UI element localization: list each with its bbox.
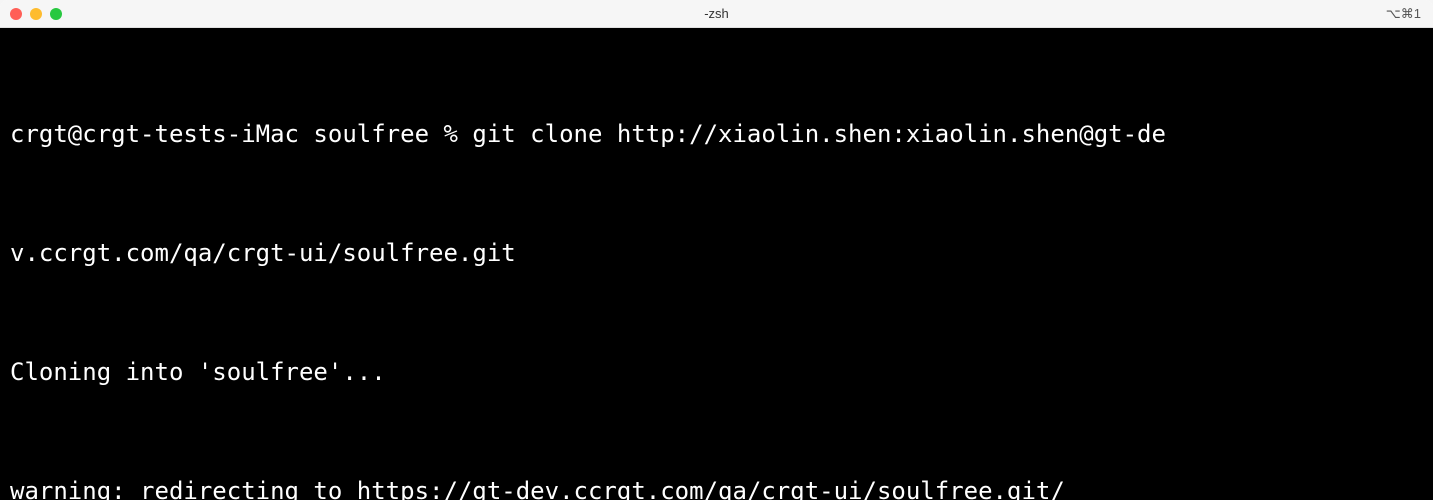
- terminal-output[interactable]: crgt@crgt-tests-iMac soulfree % git clon…: [0, 28, 1433, 500]
- window-title: -zsh: [704, 6, 729, 21]
- terminal-line: crgt@crgt-tests-iMac soulfree % git clon…: [10, 115, 1423, 155]
- terminal-line: Cloning into 'soulfree'...: [10, 353, 1423, 393]
- traffic-lights: [10, 8, 62, 20]
- keyboard-shortcut: ⌥⌘1: [1386, 6, 1421, 22]
- terminal-line: v.ccrgt.com/qa/crgt-ui/soulfree.git: [10, 234, 1423, 274]
- terminal-line: warning: redirecting to https://gt-dev.c…: [10, 472, 1423, 500]
- minimize-icon[interactable]: [30, 8, 42, 20]
- titlebar: -zsh ⌥⌘1: [0, 0, 1433, 28]
- terminal-window: -zsh ⌥⌘1 crgt@crgt-tests-iMac soulfree %…: [0, 0, 1433, 500]
- close-icon[interactable]: [10, 8, 22, 20]
- maximize-icon[interactable]: [50, 8, 62, 20]
